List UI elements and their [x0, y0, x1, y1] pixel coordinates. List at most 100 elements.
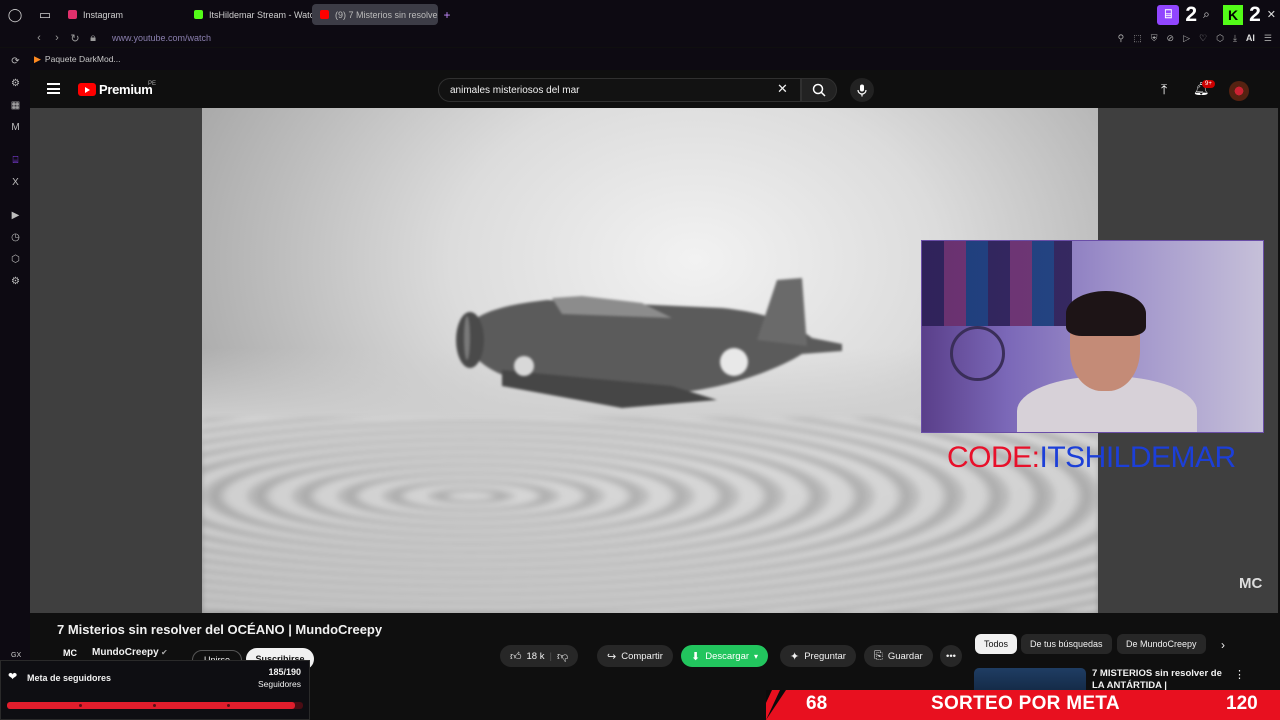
chevron-down-icon[interactable]: ▾: [754, 652, 758, 661]
youtube-brand: Premium: [99, 82, 153, 97]
gx-label: GX: [11, 652, 22, 659]
more-actions-button[interactable]: •••: [940, 645, 962, 667]
giveaway-label: SORTEO POR META: [931, 693, 1120, 714]
extensions-icon[interactable]: ⬡: [1216, 33, 1224, 44]
giveaway-end-value: 120: [1226, 693, 1258, 714]
easy-setup-icon[interactable]: ☰: [1264, 33, 1272, 44]
download-button[interactable]: ⬇ Descargar ▾: [681, 645, 769, 667]
messenger-icon[interactable]: M: [9, 121, 22, 134]
search-icon: [812, 83, 826, 97]
chip-from-searches[interactable]: De tus búsquedas: [1021, 634, 1112, 654]
opera-menu-icon[interactable]: ◯: [0, 0, 30, 29]
save-button[interactable]: ⎘ Guardar: [864, 645, 933, 667]
close-window-icon[interactable]: ✕: [1267, 8, 1276, 21]
browser-sidebar: ⟳ ⚙ ▦ M ⌸ X ▶ ◷ ⬡ ⚙: [0, 48, 30, 720]
chip-all[interactable]: Todos: [975, 634, 1018, 654]
bookmark-save-icon: ⎘: [874, 649, 883, 662]
channel-watermark[interactable]: MC: [1239, 575, 1262, 592]
search-button[interactable]: [801, 78, 837, 102]
gx-corner-icon[interactable]: ▦: [9, 99, 22, 112]
ask-label: Preguntar: [804, 650, 846, 662]
tab-kick-stream[interactable]: ItsHildemar Stream - Watc: [186, 4, 312, 25]
settings-icon[interactable]: ⚙: [9, 275, 22, 288]
new-tab-button[interactable]: +: [438, 8, 456, 22]
twitch-icon[interactable]: ⌸: [1157, 4, 1180, 25]
tab-instagram[interactable]: Instagram: [60, 4, 186, 25]
lock-icon: 🔒︎: [90, 31, 96, 44]
tabbar-right: ⌸ 2 ⌕ K 2 ✕: [1157, 0, 1276, 29]
menu-icon[interactable]: [47, 83, 60, 94]
goal-marker: [79, 704, 82, 707]
goal-label: Meta de seguidores: [27, 673, 112, 683]
youtube-icon: [320, 10, 329, 19]
search-input[interactable]: animales misteriosos del mar: [438, 78, 801, 102]
x-icon[interactable]: X: [9, 176, 22, 189]
bookmark-item[interactable]: Paquete DarkMod...: [45, 54, 121, 64]
goal-progress-fill: [7, 702, 296, 709]
chip-from-channel[interactable]: De MundoCreepy: [1117, 634, 1206, 654]
wall-posters: [922, 241, 1072, 326]
tab-overview-icon[interactable]: ▭: [30, 0, 60, 29]
recommendation-title[interactable]: 7 MISTERIOS sin resolver de LA ANTÁRTIDA…: [1092, 668, 1224, 690]
fan-shape: [950, 326, 1005, 381]
download-label: Descargar: [705, 650, 750, 662]
twitch-count: 2: [1185, 2, 1198, 26]
tab-youtube[interactable]: (9) 7 Misterios sin resolve: [312, 4, 438, 25]
webcam-overlay: [921, 240, 1264, 433]
like-button[interactable]: 👍︎ 18 k | 👎︎: [500, 645, 579, 667]
more-vert-icon[interactable]: ⋮: [1234, 668, 1245, 681]
tab-label: (9) 7 Misterios sin resolve: [335, 9, 438, 20]
code-prefix: CODE:: [947, 441, 1040, 474]
ask-button[interactable]: ✦ Preguntar: [780, 645, 856, 667]
url-field[interactable]: www.youtube.com/watch: [112, 33, 211, 43]
vpn-icon[interactable]: ⛨: [1151, 33, 1158, 44]
verified-icon: ✔: [161, 648, 168, 657]
kick-count: 2: [1249, 2, 1261, 26]
voice-search-button[interactable]: [850, 78, 874, 102]
player-sidebar-icon[interactable]: ▶: [9, 209, 22, 222]
youtube-logo[interactable]: Premium: [78, 82, 153, 97]
pin-icon[interactable]: ⚲: [1118, 33, 1125, 44]
tab-label: Instagram: [83, 9, 124, 20]
goal-count: 185/190: [268, 667, 301, 677]
thumbs-down-icon[interactable]: 👎︎: [557, 650, 568, 663]
tab-label: ItsHildemar Stream - Watc: [209, 9, 312, 20]
share-button[interactable]: ↪ Compartir: [597, 645, 673, 667]
tab-bar: ◯ ▭ Instagram ItsHildemar Stream - Watc …: [0, 0, 1280, 29]
chevron-right-icon[interactable]: ›: [1221, 638, 1225, 652]
microphone-icon: [857, 84, 867, 96]
ai-button[interactable]: AI: [1246, 33, 1255, 43]
download-icon[interactable]: ⤓: [1233, 33, 1237, 44]
upload-icon[interactable]: ⤒: [1161, 81, 1167, 98]
gx-control-icon[interactable]: ⚙: [9, 77, 22, 90]
region-code: PE: [148, 81, 157, 87]
reload-icon[interactable]: ↻: [66, 32, 84, 45]
speed-dial-icon[interactable]: ⟳: [9, 55, 22, 68]
share-icon: ↪: [607, 650, 617, 663]
sparkle-icon: ✦: [790, 650, 800, 663]
streamer-hair: [1066, 291, 1146, 336]
share-label: Compartir: [621, 650, 663, 662]
download-arrow-icon: ⬇: [691, 650, 701, 663]
back-icon[interactable]: ‹: [30, 32, 48, 44]
code-value: ITSHILDEMAR: [1039, 441, 1237, 474]
forward-icon[interactable]: ›: [48, 32, 66, 44]
search-tabs-icon[interactable]: ⌕: [1203, 7, 1217, 22]
like-count: 18 k: [526, 650, 545, 662]
goal-progress-track: [7, 702, 303, 709]
notification-badge: 9+: [1202, 80, 1215, 88]
channel-name[interactable]: MundoCreepy: [92, 647, 159, 658]
adblock-icon[interactable]: ⊘: [1167, 33, 1175, 44]
heart-icon[interactable]: ♡: [1199, 33, 1207, 44]
bookmark-icon: ▶: [34, 53, 41, 64]
goal-marker: [227, 704, 230, 707]
address-bar: ‹ › ↻ 🔒︎ www.youtube.com/watch ⚲ ⬚ ⛨ ⊘ ▷…: [0, 29, 1280, 47]
twitch-sidebar-icon[interactable]: ⌸: [9, 154, 22, 167]
snapshot-icon[interactable]: ⬚: [1133, 33, 1142, 44]
player-icon[interactable]: ▷: [1183, 33, 1190, 44]
kick-badge-icon[interactable]: K: [1223, 4, 1244, 25]
history-icon[interactable]: ◷: [9, 231, 22, 244]
clear-search-icon[interactable]: ✕: [777, 81, 788, 97]
extensions-sidebar-icon[interactable]: ⬡: [9, 253, 22, 266]
account-avatar[interactable]: [1229, 81, 1249, 101]
